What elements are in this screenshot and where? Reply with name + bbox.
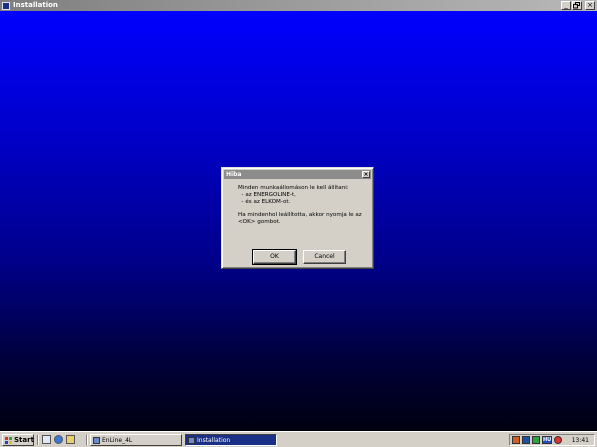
restore-icon <box>573 2 580 9</box>
sound-icon[interactable] <box>512 436 520 444</box>
taskbar-item-installation[interactable]: Installation <box>185 434 277 446</box>
internet-explorer-icon[interactable] <box>54 435 63 444</box>
taskbar: Start EnLine_4L Installation HU 13:41 <box>0 431 597 447</box>
error-dialog: Hiba × Minden munkaállomáson le kell áll… <box>221 167 374 269</box>
ok-button[interactable]: OK <box>252 249 297 265</box>
dialog-message: Minden munkaállomáson le kell állítani: … <box>238 185 362 226</box>
window-controls: _ × <box>561 1 595 10</box>
security-icon[interactable] <box>554 436 562 444</box>
show-desktop-icon[interactable] <box>42 435 51 444</box>
cancel-button[interactable]: Cancel <box>303 250 346 264</box>
dialog-title-bar[interactable]: Hiba × <box>224 170 371 179</box>
restore-button[interactable] <box>572 1 582 10</box>
message-line: Ha mindenhol leállította, akkor nyomja l… <box>238 212 362 218</box>
window-title: Installation <box>13 1 58 9</box>
taskbar-item-label: Installation <box>197 436 231 444</box>
language-hu-icon[interactable]: HU <box>542 436 552 444</box>
window-title-bar[interactable]: Installation _ × <box>0 0 597 11</box>
message-line: <OK> gombot. <box>238 219 281 225</box>
dialog-title: Hiba <box>226 171 242 178</box>
message-line: Minden munkaállomáson le kell állítani: <box>238 185 349 191</box>
taskbar-separator <box>86 435 88 445</box>
antivirus-icon[interactable] <box>532 436 540 444</box>
clock[interactable]: 13:41 <box>572 436 589 445</box>
close-button[interactable]: × <box>585 1 595 10</box>
outlook-express-icon[interactable] <box>66 435 75 444</box>
dialog-close-button[interactable]: × <box>362 171 370 178</box>
taskbar-separator <box>37 435 39 445</box>
taskbar-item-enline[interactable]: EnLine_4L <box>90 434 182 446</box>
message-line: - és az ELKOM-ot. <box>238 199 291 205</box>
enline-app-icon <box>93 436 100 444</box>
taskbar-item-label: EnLine_4L <box>102 436 133 444</box>
installer-app-icon <box>2 1 10 10</box>
minimize-button[interactable]: _ <box>561 1 571 10</box>
message-line: - az ENERGOLINE-t, <box>238 192 296 198</box>
installer-app-icon <box>188 436 195 444</box>
windows-logo-icon <box>5 436 12 444</box>
network-icon[interactable] <box>522 436 530 444</box>
start-label: Start <box>14 436 34 444</box>
system-tray: HU 13:41 <box>509 434 595 446</box>
start-button[interactable]: Start <box>2 434 34 446</box>
